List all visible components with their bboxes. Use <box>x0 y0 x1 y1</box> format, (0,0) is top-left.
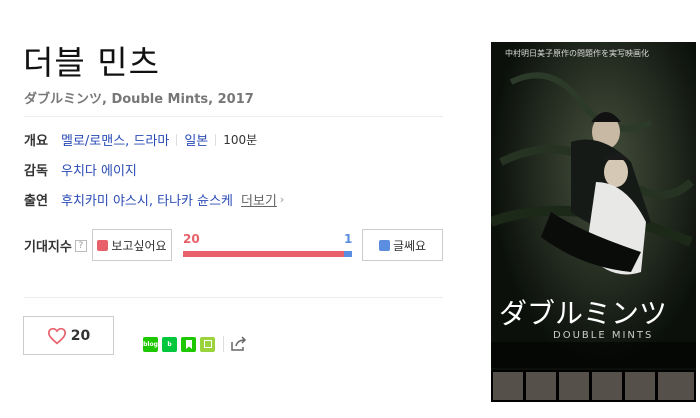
country-link[interactable]: 일본 <box>184 130 208 149</box>
cast-link[interactable]: 후치카미 야스시, 타나카 슌스케 <box>61 190 233 209</box>
expectation-gauge <box>183 251 352 257</box>
expectation-label-wrap: 기대지수 ? <box>24 236 87 255</box>
dislike-label: 글쎄요 <box>392 238 427 253</box>
director-label: 감독 <box>24 164 48 179</box>
expectation-label: 기대지수 <box>24 240 72 255</box>
want-to-see-label: 보고싶어요 <box>111 238 167 253</box>
movie-poster[interactable]: 中村明日美子原作の問題作を実写映画化 ダブルミンツ DOUBLE MINTS <box>491 42 696 402</box>
overview-row: 개요 멜로/로맨스, 드라마 일본 100분 <box>24 130 257 149</box>
poster-title-jp: ダブルミンツ <box>499 297 668 330</box>
movie-subtitle: ダブルミンツ, Double Mints, 2017 <box>24 92 254 107</box>
like-button[interactable]: 20 <box>23 316 114 355</box>
poster-title-en: DOUBLE MINTS <box>553 330 654 341</box>
genre-link[interactable]: 멜로/로맨스, 드라마 <box>61 130 169 149</box>
band-icon[interactable]: b <box>162 336 177 352</box>
memo-icon[interactable] <box>200 336 215 352</box>
dislike-count: 1 <box>344 232 353 246</box>
heart-icon <box>47 327 66 344</box>
expectation-gauge-fill <box>183 251 344 257</box>
director-row: 감독 우치다 에이지 <box>24 160 137 179</box>
director-link[interactable]: 우치다 에이지 <box>61 160 137 179</box>
want-to-see-button[interactable]: 보고싶어요 <box>92 229 172 261</box>
divider <box>24 297 443 298</box>
dislike-button[interactable]: 글쎄요 <box>362 229 443 261</box>
separator <box>223 336 224 352</box>
share-icons: blog b <box>143 336 248 352</box>
chevron-right-icon: › <box>279 193 285 206</box>
help-icon[interactable]: ? <box>74 239 87 252</box>
poster-image <box>491 42 696 402</box>
thumbs-down-icon <box>378 239 390 251</box>
cast-row: 출연 후치카미 야스시, 타나카 슌스케 더보기 › <box>24 190 284 209</box>
share-icon[interactable] <box>230 336 248 352</box>
runtime: 100분 <box>223 133 258 147</box>
separator <box>176 133 178 146</box>
poster-top-text: 中村明日美子原作の問題作を実写映画化 <box>505 49 649 58</box>
blog-icon[interactable]: blog <box>143 336 158 352</box>
bookmark-icon[interactable] <box>181 336 196 352</box>
like-count: 20 <box>70 327 91 344</box>
divider <box>24 116 443 117</box>
want-count: 20 <box>183 232 200 246</box>
thumbs-up-icon <box>97 239 109 251</box>
movie-title: 더블 민츠 <box>23 43 160 82</box>
cast-label: 출연 <box>24 194 48 209</box>
more-link[interactable]: 더보기 <box>241 190 277 209</box>
separator <box>215 133 217 146</box>
overview-label: 개요 <box>24 134 48 149</box>
